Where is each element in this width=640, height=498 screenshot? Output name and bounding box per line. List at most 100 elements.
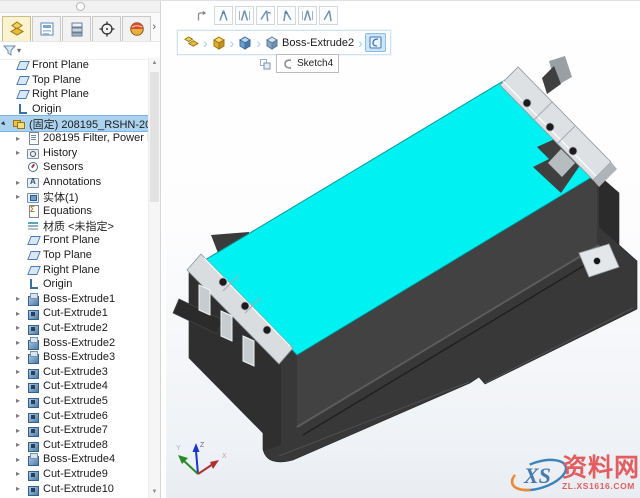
collapse-arrow-icon[interactable] <box>2 119 13 128</box>
expand-arrow-icon[interactable] <box>16 192 27 201</box>
tree-item[interactable]: Front Plane <box>0 58 149 73</box>
scrollbar-up-icon[interactable] <box>149 58 160 69</box>
tree-item[interactable]: Boss-Extrude4 <box>0 452 149 467</box>
breadcrumb-separator <box>358 36 363 50</box>
tree-item[interactable]: Right Plane <box>0 262 149 277</box>
tree-item[interactable]: Front Plane <box>0 233 149 248</box>
tree-item[interactable]: Top Plane <box>0 73 149 88</box>
mate-icon[interactable] <box>235 6 254 25</box>
tab-dimxpert-manager[interactable] <box>92 16 121 41</box>
filter-dropdown-arrow[interactable]: ▾ <box>17 46 21 55</box>
cut-extrude-icon <box>27 483 39 496</box>
tree-item[interactable]: Cut-Extrude6 <box>0 408 149 423</box>
property-manager-icon <box>40 22 53 36</box>
panel-splitter-handle[interactable] <box>75 2 85 11</box>
breadcrumb-body[interactable] <box>236 35 254 51</box>
expand-arrow-icon[interactable] <box>16 323 27 332</box>
tree-item[interactable]: Boss-Extrude1 <box>0 292 149 307</box>
tree-item[interactable]: Boss-Extrude3 <box>0 350 149 365</box>
expand-arrow-icon[interactable] <box>16 469 27 478</box>
expand-arrow-icon[interactable] <box>16 382 27 391</box>
tree-item[interactable]: Cut-Extrude2 <box>0 321 149 336</box>
tab-feature-tree[interactable] <box>2 16 31 41</box>
tree-item[interactable]: Origin <box>0 277 149 292</box>
breadcrumb-part[interactable] <box>210 35 228 51</box>
expand-arrow-icon[interactable] <box>16 484 27 493</box>
equations-icon <box>27 205 39 219</box>
tree-scrollbar[interactable] <box>148 58 160 498</box>
tree-item[interactable]: Cut-Extrude3 <box>0 364 149 379</box>
mate-icon[interactable] <box>298 6 317 25</box>
sketch-callout[interactable]: Sketch4 <box>276 54 340 73</box>
expand-arrow-icon[interactable] <box>16 148 27 157</box>
mounting-hole <box>592 256 601 265</box>
tree-item[interactable]: Top Plane <box>0 248 149 263</box>
breadcrumb-sketch-selected[interactable] <box>364 33 386 52</box>
y-axis-label: Y <box>176 445 181 452</box>
tree-item[interactable]: Cut-Extrude8 <box>0 437 149 452</box>
cut-extrude-icon <box>27 322 39 335</box>
solidworks-window: › ▾ Front Plane Top Plane Right Plane Or… <box>0 0 640 498</box>
tree-item-selected[interactable]: (固定) 208195_RSHN-2016D <box>0 115 149 132</box>
expand-arrow-icon[interactable] <box>16 178 27 187</box>
tree-item[interactable]: 实体(1) <box>0 189 149 204</box>
tab-overflow-chevron[interactable]: › <box>152 21 156 33</box>
tree-item[interactable]: Cut-Extrude7 <box>0 423 149 438</box>
scrollbar-down-icon[interactable] <box>149 487 160 498</box>
expand-arrow-icon[interactable] <box>16 396 27 405</box>
origin-icon <box>27 278 39 290</box>
tab-configuration-manager[interactable] <box>62 16 91 41</box>
tree-item[interactable]: Cut-Extrude4 <box>0 379 149 394</box>
tree-item[interactable]: Cut-Extrude10 <box>0 481 149 496</box>
graphics-viewport[interactable]: Boss-Extrude2 Sketch4 Z Y X <box>166 1 640 498</box>
terminal-screw <box>218 277 228 287</box>
coordinate-triad: Z Y X <box>176 442 227 475</box>
tab-property-manager[interactable] <box>32 16 61 41</box>
mate-icon[interactable] <box>277 6 296 25</box>
x-axis-label: X <box>222 453 227 460</box>
tree-item[interactable]: Annotations <box>0 175 149 190</box>
expand-arrow-icon[interactable] <box>16 134 27 143</box>
terminal-screw <box>568 146 578 156</box>
expand-arrow-icon[interactable] <box>16 294 27 303</box>
breadcrumb-feature[interactable]: Boss-Extrude2 <box>263 35 356 51</box>
tree-item[interactable]: History <box>0 146 149 161</box>
pin-arrow-icon[interactable] <box>196 10 208 22</box>
scrollbar-thumb[interactable] <box>150 72 159 202</box>
tree-item[interactable]: Cut-Extrude1 <box>0 306 149 321</box>
terminal-fin <box>198 284 211 316</box>
tree-item[interactable]: Origin <box>0 102 149 117</box>
feature-tree-icon <box>9 21 24 36</box>
expand-arrow-icon[interactable] <box>16 440 27 449</box>
tree-item[interactable]: Cut-Extrude5 <box>0 394 149 409</box>
filter-funnel-icon[interactable] <box>3 44 16 57</box>
plane-icon <box>27 249 39 261</box>
expand-arrow-icon[interactable] <box>16 338 27 347</box>
expand-arrow-icon[interactable] <box>16 411 27 420</box>
origin-icon <box>16 103 28 115</box>
feature-icon <box>266 35 278 50</box>
mate-icon[interactable] <box>214 6 233 25</box>
tree-item[interactable]: 208195 Filter, Power Line <box>0 131 149 146</box>
mate-icon[interactable] <box>319 6 338 25</box>
expand-arrow-icon[interactable] <box>16 367 27 376</box>
history-folder-icon <box>27 147 39 159</box>
tab-display-manager[interactable] <box>122 16 151 41</box>
mate-icon[interactable] <box>256 6 275 25</box>
sketch-icon <box>369 36 382 49</box>
expand-arrow-icon[interactable] <box>16 309 27 318</box>
expand-arrow-icon[interactable] <box>16 455 27 464</box>
expand-arrow-icon[interactable] <box>16 426 27 435</box>
tree-item[interactable]: Equations <box>0 204 149 219</box>
tree-item[interactable]: Boss-Extrude2 <box>0 335 149 350</box>
breadcrumb-separator <box>256 36 261 50</box>
tree-item[interactable]: 材质 <未指定> <box>0 219 149 234</box>
tree-item[interactable]: Sensors <box>0 160 149 175</box>
breadcrumb-assembly[interactable] <box>182 34 201 51</box>
tree-item[interactable]: Cut-Extrude9 <box>0 467 149 482</box>
watermark: XS 资料网 ZL.XS1616.COM <box>507 450 640 496</box>
tree-item[interactable]: Right Plane <box>0 87 149 102</box>
3d-model[interactable] <box>166 1 640 498</box>
feature-manager-panel: › ▾ Front Plane Top Plane Right Plane Or… <box>0 1 161 498</box>
expand-arrow-icon[interactable] <box>16 353 27 362</box>
